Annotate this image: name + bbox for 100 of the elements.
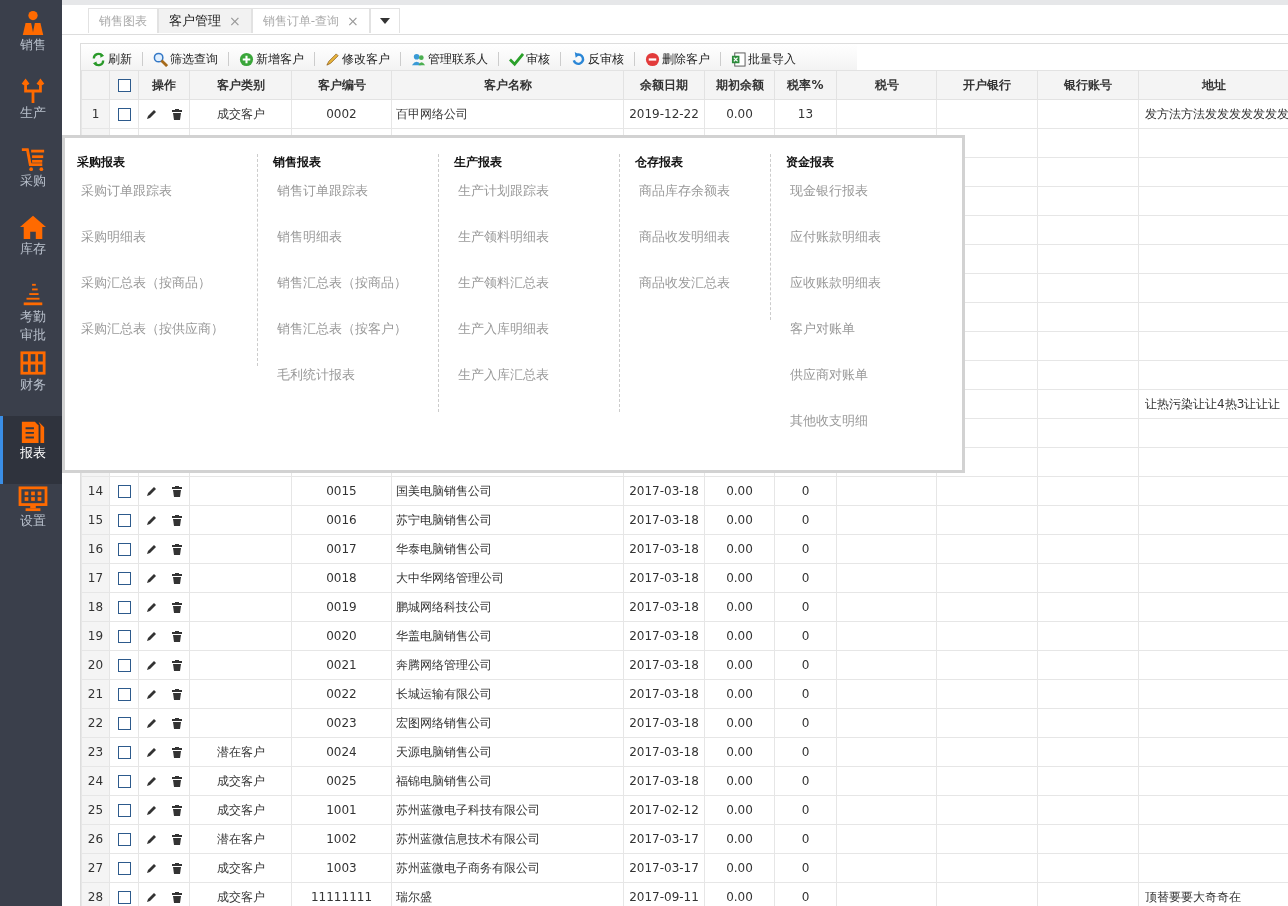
trash-icon[interactable] [171, 717, 182, 729]
menu-item[interactable]: 商品库存余额表 [635, 182, 762, 228]
sidebar-item[interactable]: 采购 [0, 144, 62, 212]
menu-item[interactable]: 生产入库汇总表 [454, 366, 611, 412]
trash-icon[interactable] [171, 688, 182, 700]
menu-group-title: 采购报表 [77, 154, 126, 171]
toolbar-button[interactable]: 筛选查询 [149, 50, 222, 68]
toolbar-button[interactable]: 管理联系人 [407, 50, 492, 68]
trash-icon[interactable] [171, 601, 182, 613]
menu-item[interactable]: 生产入库明细表 [454, 320, 611, 366]
row-checkbox[interactable] [117, 746, 131, 759]
row-checkbox[interactable] [117, 485, 131, 498]
menu-item[interactable]: 应付账款明细表 [786, 228, 944, 274]
column-header[interactable]: 地址 [1138, 70, 1288, 100]
toolbar-button[interactable]: 反审核 [567, 50, 628, 68]
trash-icon[interactable] [171, 543, 182, 555]
menu-item[interactable]: 其他收支明细 [786, 412, 944, 458]
column-header[interactable]: 税率% [774, 70, 837, 100]
column-header[interactable]: 银行账号 [1037, 70, 1139, 100]
sidebar-item[interactable]: 报表 [0, 416, 62, 484]
toolbar-button[interactable]: 刷新 [87, 50, 136, 68]
row-checkbox[interactable] [117, 659, 131, 672]
row-number: 26 [87, 832, 104, 846]
row-checkbox[interactable] [117, 601, 131, 614]
column-header[interactable]: 客户类别 [189, 70, 292, 100]
sidebar-item[interactable]: 考勤审批 [0, 280, 62, 348]
menu-item[interactable]: 商品收发汇总表 [635, 274, 762, 320]
row-checkbox[interactable] [117, 717, 131, 730]
trash-icon[interactable] [171, 746, 182, 758]
row-checkbox[interactable] [117, 833, 131, 846]
menu-item[interactable]: 生产领料明细表 [454, 228, 611, 274]
trash-icon[interactable] [171, 833, 182, 845]
table-cell: 0.00 [726, 890, 753, 904]
sidebar-item[interactable]: 设置 [0, 484, 62, 552]
menu-item[interactable]: 商品收发明细表 [635, 228, 762, 274]
pencil-icon[interactable] [146, 108, 158, 120]
row-number: 25 [87, 803, 104, 817]
row-checkbox[interactable] [117, 804, 131, 817]
pencil-icon[interactable] [146, 804, 158, 816]
sidebar-item[interactable]: 财务 [0, 348, 62, 416]
column-header[interactable]: 税号 [836, 70, 937, 100]
menu-item[interactable]: 生产计划跟踪表 [454, 182, 611, 228]
trash-icon[interactable] [171, 775, 182, 787]
pencil-icon[interactable] [146, 891, 158, 903]
trash-icon[interactable] [171, 108, 182, 120]
trash-icon[interactable] [171, 804, 182, 816]
pencil-icon[interactable] [146, 659, 158, 671]
table-cell: 华盖电脑销售公司 [396, 629, 492, 643]
column-header[interactable]: 操作 [138, 70, 190, 100]
pencil-icon[interactable] [146, 862, 158, 874]
tabs-menu-button[interactable] [369, 8, 400, 33]
pencil-icon[interactable] [146, 543, 158, 555]
pencil-icon[interactable] [146, 572, 158, 584]
row-checkbox[interactable] [117, 688, 131, 701]
select-all-checkbox[interactable] [117, 79, 131, 92]
trash-icon[interactable] [171, 485, 182, 497]
column-header[interactable]: 期初余额 [704, 70, 775, 100]
sidebar-item[interactable]: 销售 [0, 8, 62, 76]
column-header[interactable]: 余额日期 [623, 70, 705, 100]
toolbar-button[interactable]: 删除客户 [641, 50, 714, 68]
toolbar-button[interactable]: 修改客户 [321, 50, 394, 68]
column-header[interactable]: 客户名称 [391, 70, 624, 100]
toolbar-button[interactable]: 批量导入 [727, 50, 800, 68]
row-checkbox[interactable] [117, 543, 131, 556]
row-checkbox[interactable] [117, 891, 131, 904]
tab[interactable]: 客户管理 × [158, 8, 252, 33]
close-icon[interactable]: × [347, 13, 359, 29]
row-number: 18 [87, 600, 104, 614]
pencil-icon[interactable] [146, 833, 158, 845]
pencil-icon[interactable] [146, 630, 158, 642]
trash-icon[interactable] [171, 659, 182, 671]
pencil-icon[interactable] [146, 601, 158, 613]
pencil-icon[interactable] [146, 688, 158, 700]
column-header[interactable]: 客户编号 [291, 70, 392, 100]
pencil-icon[interactable] [146, 717, 158, 729]
trash-icon[interactable] [171, 514, 182, 526]
tab[interactable]: 销售订单-查询 × [251, 8, 370, 33]
row-checkbox[interactable] [117, 862, 131, 875]
trash-icon[interactable] [171, 862, 182, 874]
menu-item[interactable]: 应收账款明细表 [786, 274, 944, 320]
trash-icon[interactable] [171, 630, 182, 642]
pencil-icon[interactable] [146, 775, 158, 787]
minus-icon [645, 51, 660, 67]
pencil-icon[interactable] [146, 746, 158, 758]
sidebar-item[interactable]: 库存 [0, 212, 62, 280]
pencil-icon[interactable] [146, 514, 158, 526]
toolbar-button[interactable]: 审核 [505, 50, 554, 68]
row-checkbox[interactable] [117, 108, 131, 121]
pencil-icon[interactable] [146, 485, 158, 497]
row-checkbox[interactable] [117, 775, 131, 788]
trash-icon[interactable] [171, 891, 182, 903]
row-checkbox[interactable] [117, 630, 131, 643]
row-checkbox[interactable] [117, 514, 131, 527]
sidebar-item[interactable]: 生产 [0, 76, 62, 144]
menu-item[interactable]: 生产领料汇总表 [454, 274, 611, 320]
trash-icon[interactable] [171, 572, 182, 584]
table-cell: 0.00 [726, 542, 753, 556]
toolbar-button[interactable]: 新增客户 [235, 50, 308, 68]
column-header[interactable]: 开户银行 [936, 70, 1038, 100]
row-checkbox[interactable] [117, 572, 131, 585]
